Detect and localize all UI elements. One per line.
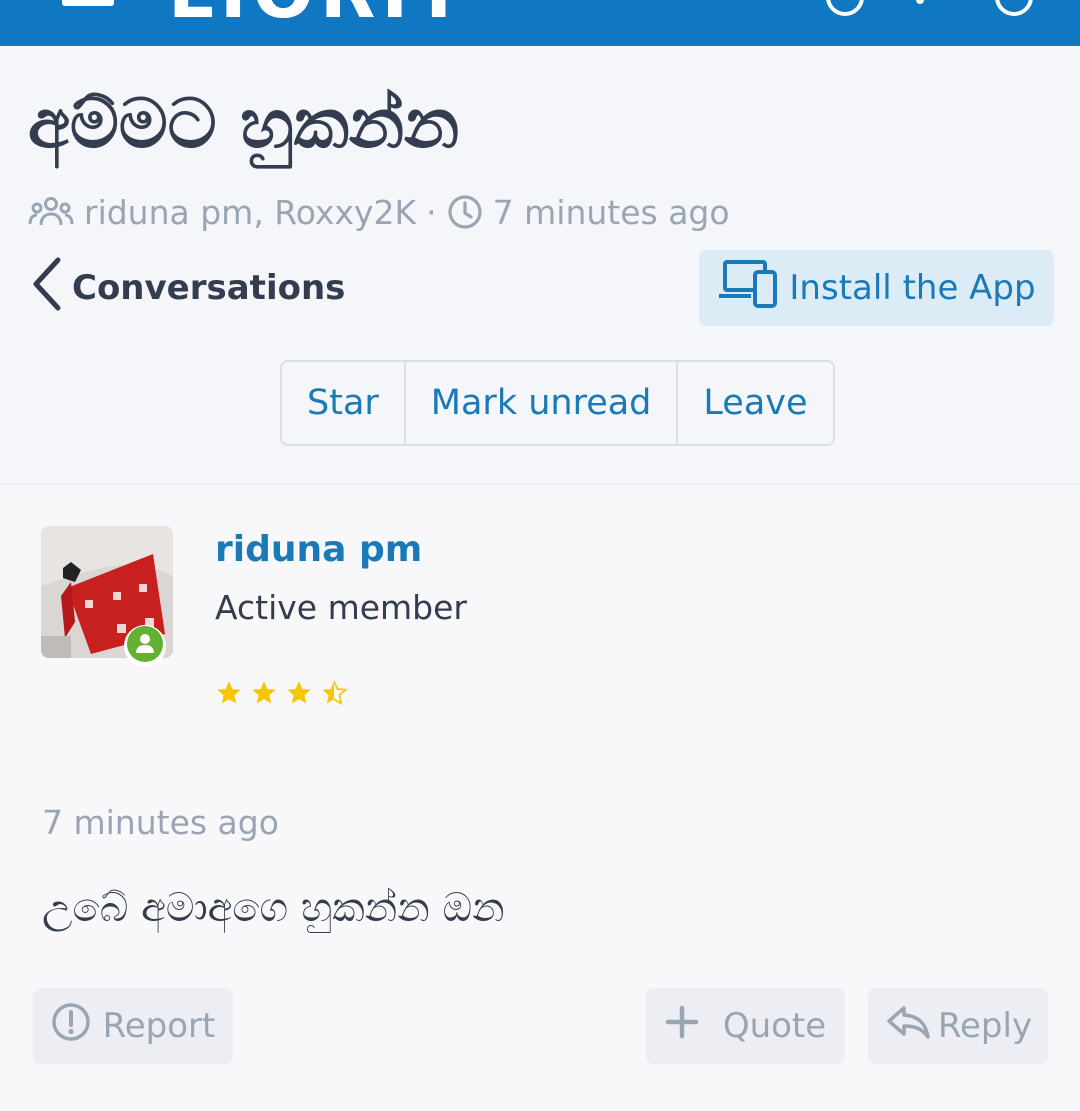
page-title: අම්මට හුකන්න bbox=[28, 85, 460, 164]
half-star-icon bbox=[320, 679, 348, 711]
quote-label: Quote bbox=[722, 1006, 827, 1046]
reply-icon bbox=[884, 1002, 932, 1051]
star-icon bbox=[250, 679, 278, 711]
install-app-label: Install the App bbox=[789, 268, 1036, 308]
meta-separator: · bbox=[426, 192, 437, 232]
mark-unread-button[interactable]: Mark unread bbox=[403, 362, 677, 444]
menu-icon[interactable] bbox=[62, 0, 114, 6]
star-icon bbox=[285, 679, 313, 711]
plus-icon bbox=[665, 1005, 699, 1048]
report-button[interactable]: Report bbox=[33, 988, 233, 1064]
report-label: Report bbox=[102, 1006, 216, 1046]
more-icon[interactable] bbox=[916, 0, 924, 4]
quote-button[interactable]: Quote bbox=[646, 988, 845, 1064]
reply-label: Reply bbox=[937, 1006, 1033, 1046]
user-rating bbox=[215, 679, 348, 711]
leave-button[interactable]: Leave bbox=[676, 362, 832, 444]
top-navigation-bar: LIORIT bbox=[0, 0, 1080, 46]
report-icon bbox=[51, 1002, 91, 1051]
search-icon[interactable] bbox=[995, 0, 1033, 16]
conversation-meta: riduna pm, Roxxy2K · 7 minutes ago bbox=[28, 190, 730, 234]
back-link-label: Conversations bbox=[72, 268, 346, 308]
username-link[interactable]: riduna pm bbox=[215, 529, 422, 570]
install-app-button[interactable]: Install the App bbox=[699, 250, 1054, 326]
star-button[interactable]: Star bbox=[282, 362, 404, 444]
star-icon bbox=[215, 679, 243, 711]
chevron-left-icon bbox=[30, 256, 64, 321]
account-icon[interactable] bbox=[826, 0, 864, 16]
site-logo[interactable]: LIORIT bbox=[168, 0, 469, 28]
online-status-badge bbox=[124, 625, 166, 667]
participants[interactable]: riduna pm, Roxxy2K bbox=[84, 193, 416, 232]
user-title: Active member bbox=[215, 588, 467, 627]
users-icon bbox=[28, 195, 74, 229]
devices-icon bbox=[717, 258, 781, 319]
online-user-icon bbox=[126, 625, 164, 667]
conversation-actions: Star Mark unread Leave bbox=[280, 360, 835, 446]
clock-icon bbox=[447, 194, 483, 230]
message-timestamp[interactable]: 7 minutes ago bbox=[42, 803, 279, 842]
message-body: උබේ අමාඅගෙ හුකන්න ඔන bbox=[42, 885, 505, 931]
message-post: riduna pm Active member 7 minutes ago උබ… bbox=[0, 484, 1080, 1111]
back-to-conversations-link[interactable]: Conversations bbox=[30, 256, 346, 321]
conversation-time: 7 minutes ago bbox=[492, 192, 730, 232]
reply-button[interactable]: Reply bbox=[868, 988, 1048, 1064]
